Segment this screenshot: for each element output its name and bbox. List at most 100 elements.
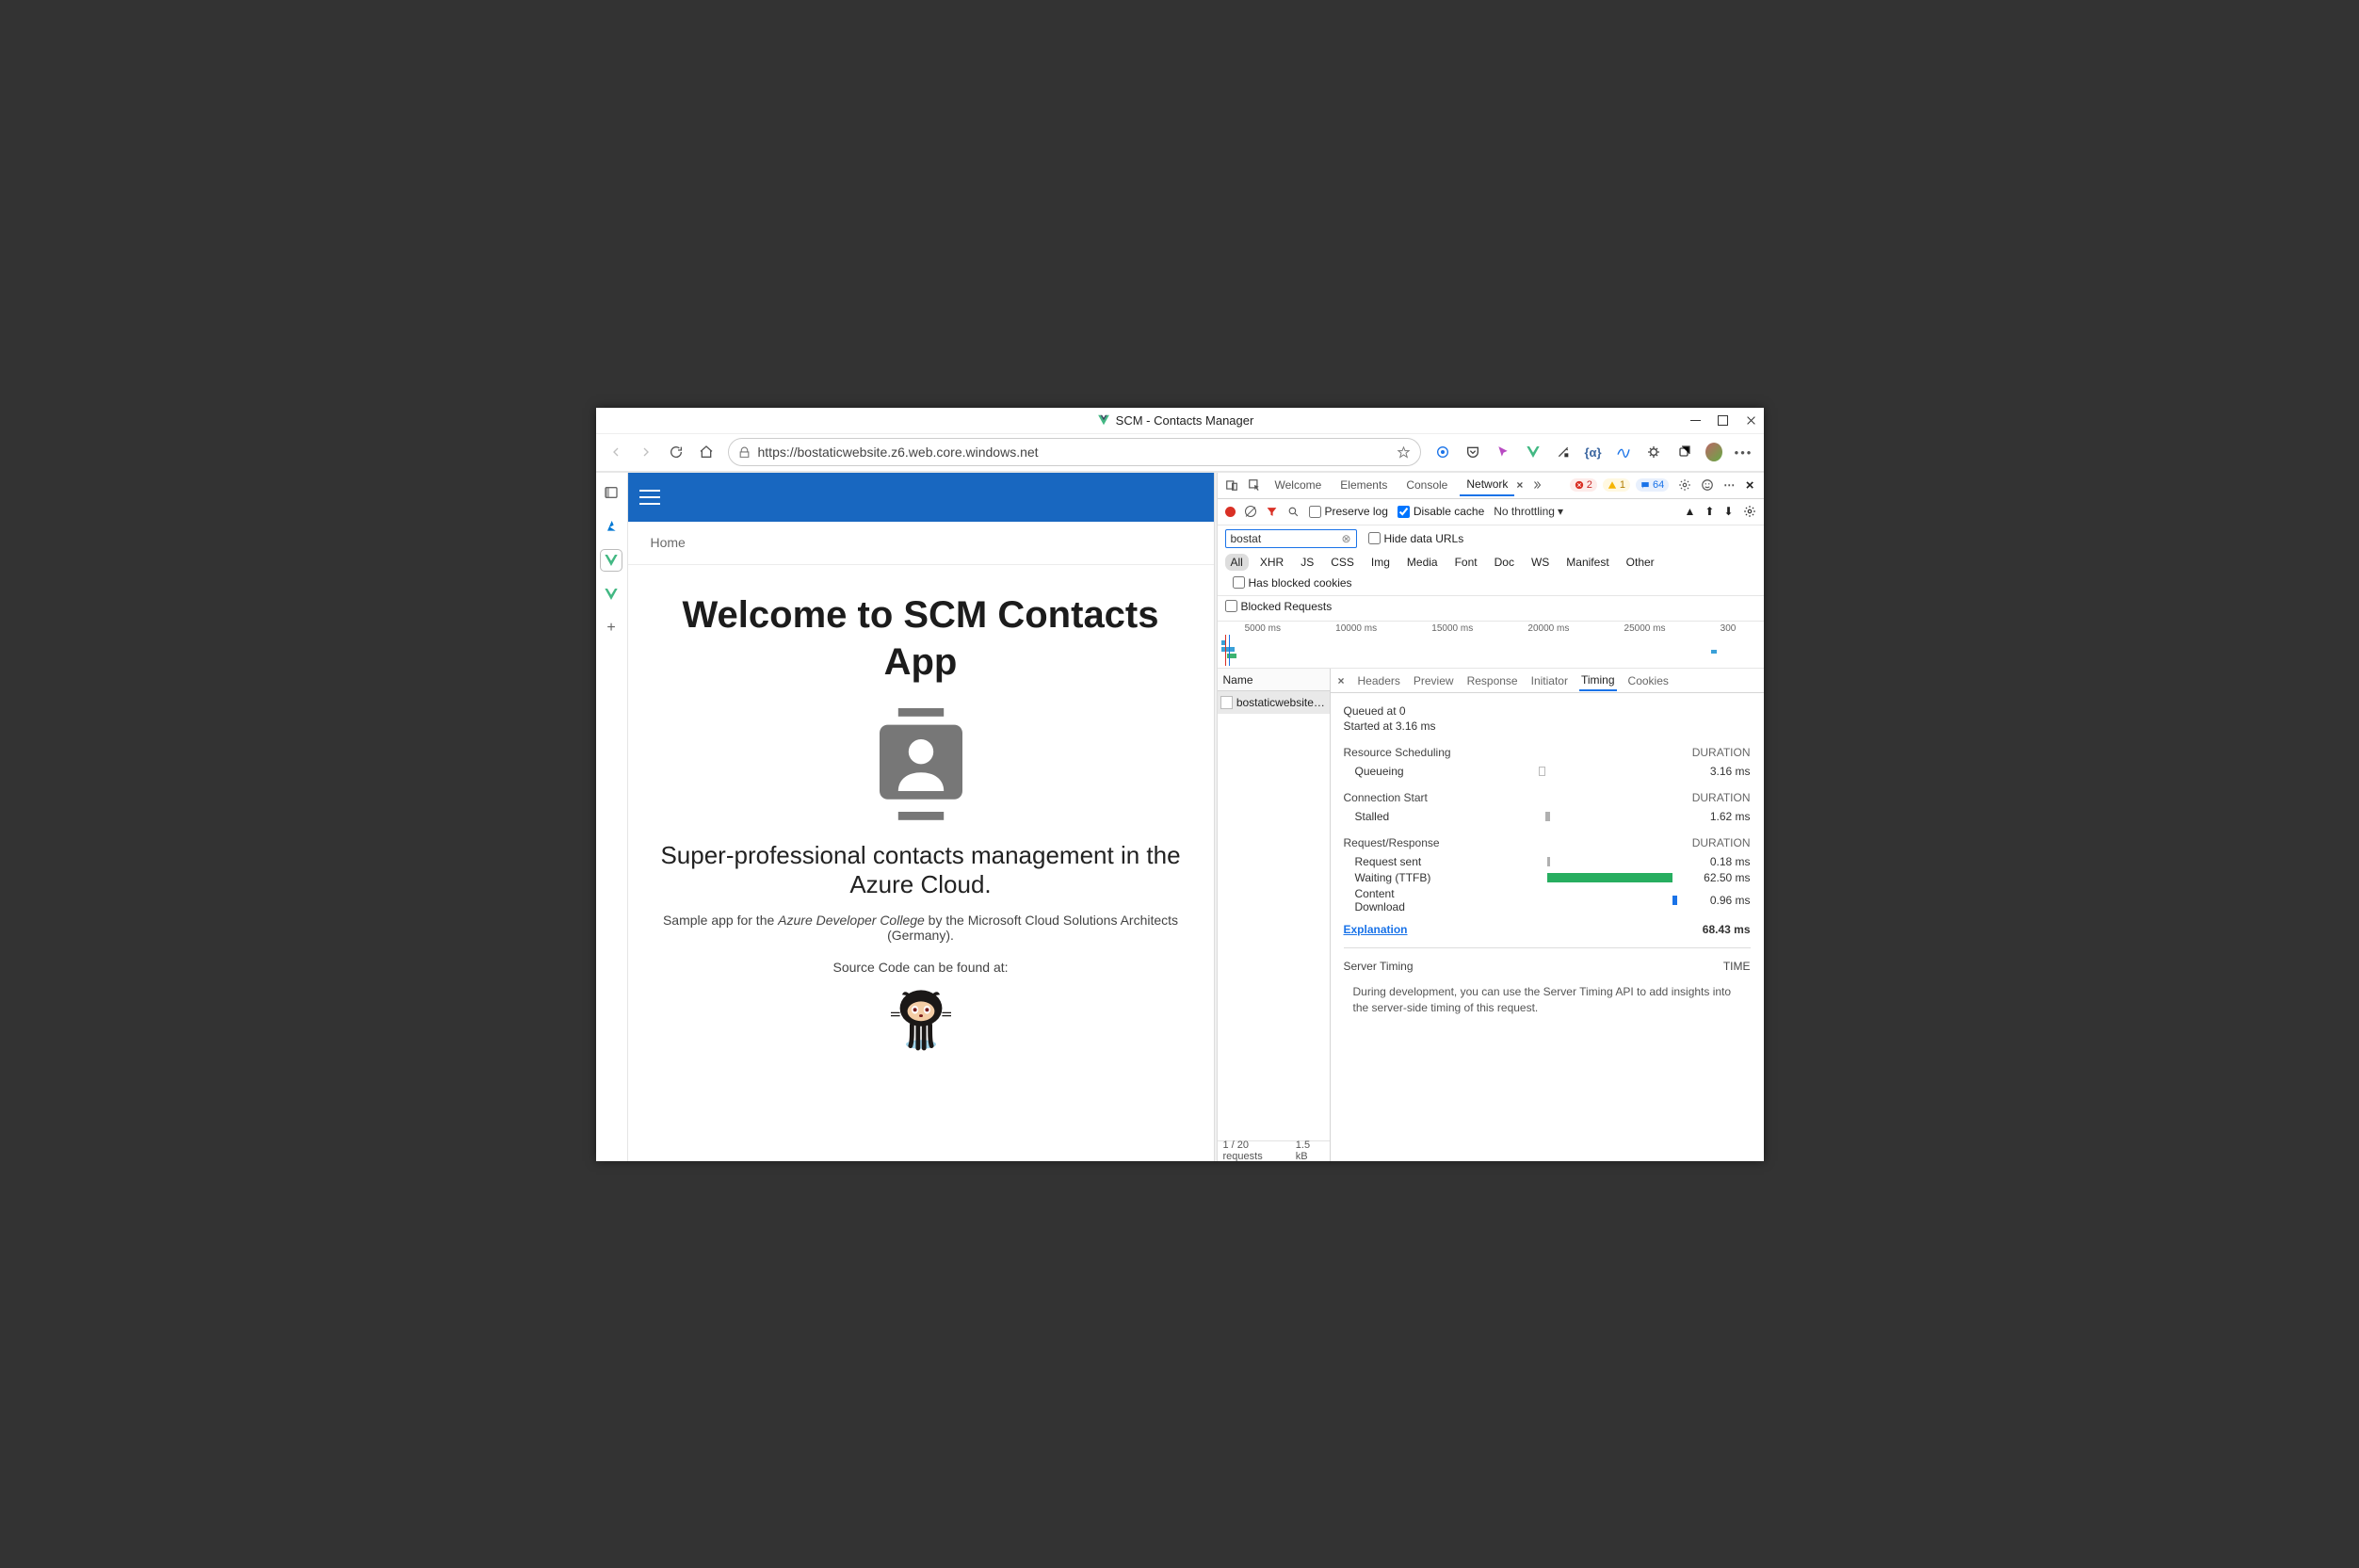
request-type-filters: All XHR JS CSS Img Media Font Doc WS Man… [1218,552,1764,596]
tab-network-close[interactable]: × [1516,478,1523,492]
network-settings-icon[interactable] [1743,505,1756,518]
detail-tab-response[interactable]: Response [1465,671,1520,690]
inspect-icon[interactable] [1246,477,1263,493]
row-queueing-val: 3.16 ms [1694,765,1751,778]
extension-icon-cursor[interactable] [1495,444,1511,461]
download-har-icon[interactable]: ⬇ [1723,505,1733,518]
server-timing-note: During development, you can use the Serv… [1344,978,1751,1022]
source-code-label: Source Code can be found at: [656,960,1186,975]
more-button[interactable]: ••• [1736,444,1753,461]
request-list-header[interactable]: Name [1218,669,1330,691]
lock-icon [738,446,751,459]
request-list: Name bostaticwebsite.z... 1 / 20 request… [1218,669,1331,1161]
preserve-log-checkbox[interactable]: Preserve log [1309,505,1388,518]
tab-welcome[interactable]: Welcome [1268,475,1329,495]
filter-clear-icon[interactable]: ⊗ [1341,532,1350,545]
contact-illustration-icon [869,708,973,822]
tab-console[interactable]: Console [1399,475,1454,495]
row-sent-label: Request sent [1344,855,1447,868]
filter-css[interactable]: CSS [1325,554,1360,571]
breadcrumb: Home [628,522,1214,565]
request-status-bar: 1 / 20 requests 1.5 kB [1218,1140,1330,1161]
forward-button[interactable] [638,444,654,461]
new-tab-button[interactable] [601,618,622,639]
detail-tab-initiator[interactable]: Initiator [1529,671,1570,690]
extension-icon-vue[interactable] [1525,444,1542,461]
filter-doc[interactable]: Doc [1489,554,1520,571]
explanation-link[interactable]: Explanation [1344,923,1408,936]
warning-badge[interactable]: 1 [1603,478,1630,492]
filter-media[interactable]: Media [1401,554,1444,571]
maximize-button[interactable] [1718,415,1728,426]
blocked-cookies-checkbox[interactable]: Has blocked cookies [1233,576,1352,590]
breadcrumb-home[interactable]: Home [651,535,686,550]
filter-ws[interactable]: WS [1526,554,1555,571]
azure-icon[interactable] [601,516,622,537]
back-button[interactable] [607,444,624,461]
detail-tab-cookies[interactable]: Cookies [1626,671,1671,690]
import-har-icon[interactable]: ▲ [1684,505,1695,518]
extension-icon-gear-bug[interactable] [1645,444,1662,461]
disable-cache-checkbox[interactable]: Disable cache [1398,505,1484,518]
error-badge[interactable]: 2 [1570,478,1597,492]
filter-toggle-icon[interactable] [1266,506,1278,518]
search-icon[interactable] [1287,506,1300,518]
refresh-button[interactable] [668,444,685,461]
tab-network[interactable]: Network [1460,474,1514,496]
extension-icon-pocket[interactable] [1464,444,1481,461]
vertical-tabs-sidebar [596,473,628,1161]
section-connection: Connection Start [1344,791,1428,804]
clear-button[interactable] [1245,506,1256,517]
extension-icon-1[interactable] [1434,444,1451,461]
vertical-tabs-toggle-icon[interactable] [601,482,622,503]
filter-js[interactable]: JS [1295,554,1319,571]
row-download-label: Content Download [1344,887,1447,913]
feedback-icon[interactable] [1701,478,1714,492]
messages-badge[interactable]: 64 [1636,478,1669,492]
throttling-select[interactable]: No throttling ▾ [1494,505,1563,518]
hide-data-urls-checkbox[interactable]: Hide data URLs [1368,532,1464,545]
vue-tab-icon[interactable] [601,584,622,605]
url-text: https://bostaticwebsite.z6.web.core.wind… [758,445,1389,460]
export-har-icon[interactable]: ⬆ [1705,505,1714,518]
extension-icon-braces[interactable]: {α} [1585,444,1602,461]
detail-close-icon[interactable]: × [1338,674,1345,687]
github-octocat-icon[interactable] [883,984,959,1052]
profile-avatar[interactable] [1705,444,1722,461]
page-content: Home Welcome to SCM Contacts App Super-p… [628,473,1214,1161]
record-button[interactable] [1225,507,1236,517]
filter-all[interactable]: All [1225,554,1249,571]
device-toolbar-icon[interactable] [1223,477,1240,493]
network-filter-input[interactable]: bostat ⊗ [1225,529,1357,548]
detail-tab-preview[interactable]: Preview [1412,671,1456,690]
started-at: Started at 3.16 ms [1344,719,1751,733]
detail-tab-timing[interactable]: Timing [1579,671,1617,691]
extension-icon-wand[interactable] [1555,444,1572,461]
tabs-overflow-icon[interactable] [1528,477,1545,493]
filter-xhr[interactable]: XHR [1254,554,1289,571]
blocked-requests-checkbox[interactable]: Blocked Requests [1225,600,1333,613]
filter-other[interactable]: Other [1621,554,1660,571]
devtools-close-icon[interactable]: × [1746,477,1754,493]
devtools-more-icon[interactable]: ⋯ [1723,478,1737,492]
request-row[interactable]: bostaticwebsite.z... [1218,691,1330,714]
timing-panel: Queued at 0 Started at 3.16 ms Resource … [1331,693,1764,1161]
settings-icon[interactable] [1678,478,1691,492]
extension-icon-collections[interactable] [1675,444,1692,461]
close-button[interactable] [1745,415,1755,426]
tab-elements[interactable]: Elements [1333,475,1394,495]
vue-tab-active-icon[interactable] [601,550,622,571]
detail-tab-headers[interactable]: Headers [1356,671,1402,690]
page-description: Sample app for the Azure Developer Colle… [656,913,1186,943]
row-sent-val: 0.18 ms [1694,855,1751,868]
filter-manifest[interactable]: Manifest [1560,554,1614,571]
address-bar[interactable]: https://bostaticwebsite.z6.web.core.wind… [728,438,1421,466]
extension-icon-wave[interactable] [1615,444,1632,461]
filter-img[interactable]: Img [1365,554,1396,571]
minimize-button[interactable] [1690,415,1701,426]
filter-font[interactable]: Font [1449,554,1483,571]
hamburger-menu-button[interactable] [639,490,660,505]
home-button[interactable] [698,444,715,461]
network-overview[interactable]: 5000 ms 10000 ms 15000 ms 20000 ms 25000… [1218,622,1764,669]
star-icon[interactable] [1397,445,1411,460]
